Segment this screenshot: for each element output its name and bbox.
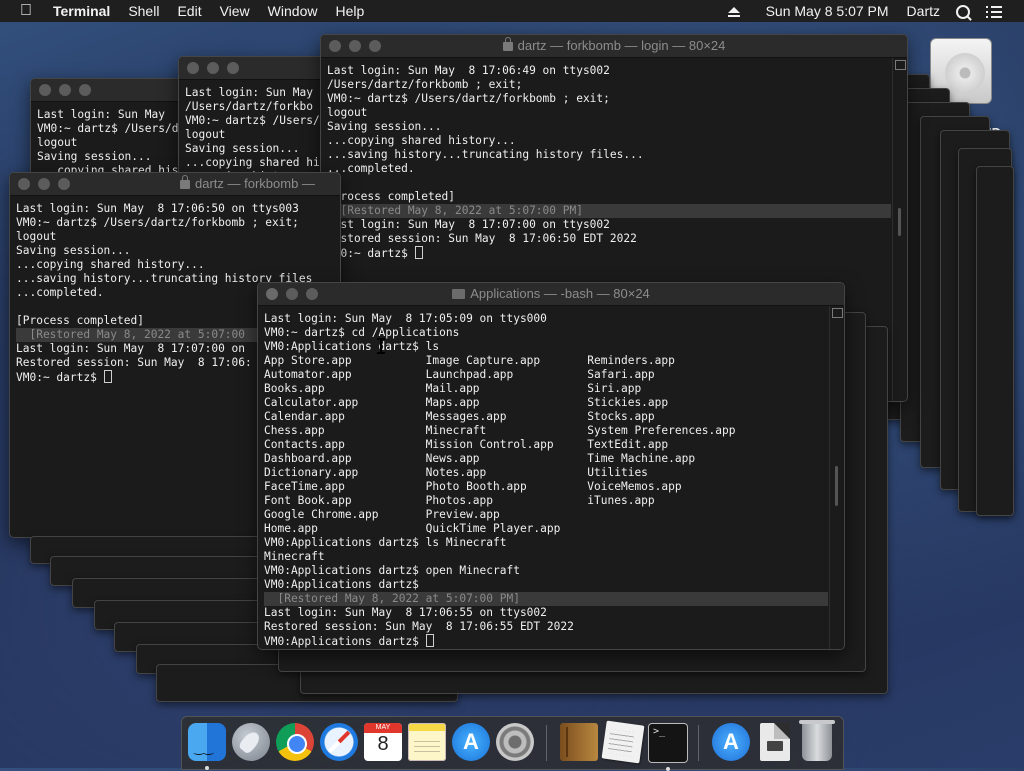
minimize-button[interactable] — [207, 62, 219, 74]
close-button[interactable] — [39, 84, 51, 96]
menu-shell[interactable]: Shell — [119, 0, 168, 22]
finder-icon[interactable] — [188, 723, 226, 770]
window-title: Applications — -bash — 80×24 — [470, 286, 650, 301]
title-bar[interactable]: Applications — -bash — 80×24 — [258, 283, 844, 306]
contacts-book-icon[interactable] — [560, 723, 598, 761]
split-pane-icon[interactable] — [832, 308, 843, 318]
close-button[interactable] — [187, 62, 199, 74]
menubar-user[interactable]: Dartz — [899, 0, 948, 22]
menu-window[interactable]: Window — [259, 0, 327, 22]
restored-banner: [Restored May 8, 2022 at 5:07:00 PM] — [327, 204, 891, 218]
dock-separator — [698, 725, 699, 761]
home-folder-icon — [180, 175, 190, 189]
minimize-button[interactable] — [38, 178, 50, 190]
chrome-icon[interactable] — [276, 723, 314, 761]
zoom-button[interactable] — [58, 178, 70, 190]
calendar-day: 8 — [377, 733, 389, 755]
textedit-icon[interactable] — [601, 720, 645, 764]
dock: MAY 8 — [181, 716, 844, 771]
zoom-button[interactable] — [227, 62, 239, 74]
scrollbar[interactable] — [892, 58, 907, 401]
window-title: dartz — forkbomb — login — 80×24 — [517, 38, 726, 53]
applications-folder-icon — [452, 289, 466, 299]
menu-help[interactable]: Help — [326, 0, 373, 22]
system-preferences-icon[interactable] — [496, 723, 534, 761]
notification-center-icon[interactable] — [978, 0, 1024, 22]
calendar-icon[interactable]: MAY 8 — [364, 723, 402, 761]
window-title: dartz — forkbomb — — [195, 176, 315, 191]
trash-icon[interactable] — [799, 720, 835, 761]
launchpad-icon[interactable] — [232, 723, 270, 761]
text-cursor — [414, 246, 423, 259]
app-store-icon[interactable] — [452, 723, 490, 761]
text-cursor — [425, 634, 434, 647]
title-bar[interactable]: dartz — forkbomb — — [10, 173, 340, 196]
text-cursor — [103, 370, 112, 383]
stacked-window[interactable] — [976, 166, 1014, 516]
close-button[interactable] — [18, 178, 30, 190]
menubar-clock[interactable]: Sun May 8 5:07 PM — [748, 0, 899, 22]
menu-view[interactable]: View — [211, 0, 259, 22]
terminal-window-applications[interactable]: Applications — -bash — 80×24 Last login:… — [257, 282, 845, 650]
terminal-output[interactable]: Last login: Sun May 8 17:05:09 on ttys00… — [264, 312, 828, 649]
apple-menu-icon[interactable]:  — [0, 0, 44, 22]
restored-banner: [Restored May 8, 2022 at 5:07:00 PM] — [264, 592, 828, 606]
minimize-button[interactable] — [59, 84, 71, 96]
safari-icon[interactable] — [320, 723, 358, 761]
notes-icon[interactable] — [408, 723, 446, 761]
title-bar[interactable]: dartz — forkbomb — login — 80×24 — [321, 35, 907, 58]
home-folder-icon — [502, 37, 513, 51]
applications-folder-icon[interactable] — [712, 723, 750, 761]
menu-terminal[interactable]: Terminal — [44, 0, 119, 22]
menu-bar:  Terminal Shell Edit View Window Help S… — [0, 0, 1024, 22]
document-icon[interactable] — [760, 723, 790, 761]
eject-icon[interactable] — [720, 0, 748, 22]
calendar-month: MAY — [364, 723, 402, 733]
menu-edit[interactable]: Edit — [168, 0, 210, 22]
terminal-icon[interactable] — [648, 723, 688, 771]
dock-separator — [546, 725, 547, 761]
zoom-button[interactable] — [79, 84, 91, 96]
split-pane-icon[interactable] — [895, 60, 906, 70]
spotlight-search-icon[interactable] — [948, 0, 978, 22]
scrollbar[interactable] — [829, 306, 844, 649]
